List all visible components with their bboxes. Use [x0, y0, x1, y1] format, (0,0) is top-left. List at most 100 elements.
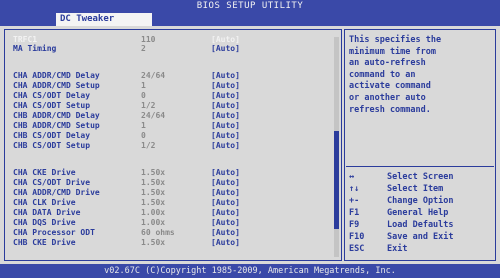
setting-option[interactable]: [Auto]	[211, 188, 240, 197]
key-label: F1	[349, 208, 360, 218]
key-label: F10	[349, 232, 365, 242]
setting-row-cha-cs-odt-setup[interactable]: CHA CS/ODT Setup 1/2 [Auto]	[13, 101, 333, 110]
key-hint-desc: Select Screen	[387, 172, 454, 182]
setting-option[interactable]: [Auto]	[211, 168, 240, 177]
copyright-footer: v02.67C (C)Copyright 1985-2009, American…	[0, 264, 500, 278]
scrollbar-track[interactable]	[334, 37, 339, 257]
key-hint-desc: General Help	[387, 208, 449, 218]
setting-row-cha-processor-odt[interactable]: CHA Processor ODT 60 ohms [Auto]	[13, 228, 333, 237]
setting-row-cha-cke-drive[interactable]: CHA CKE Drive 1.50x [Auto]	[13, 168, 333, 177]
setting-current-value: 24/64	[141, 71, 166, 80]
help-line: This specifies the	[349, 35, 442, 45]
setting-row-chb-cke-drive[interactable]: CHB CKE Drive 1.50x [Auto]	[13, 238, 333, 247]
setting-option[interactable]: [Auto]	[211, 141, 240, 150]
setting-label: CHB CS/ODT Setup	[13, 141, 91, 150]
setting-row-chb-cs-odt-setup[interactable]: CHB CS/ODT Setup 1/2 [Auto]	[13, 141, 333, 150]
setting-current-value: 1.00x	[141, 208, 166, 217]
setting-row-cha-cs-odt-delay[interactable]: CHA CS/ODT Delay 0 [Auto]	[13, 91, 333, 100]
setting-label: CHB ADDR/CMD Setup	[13, 121, 100, 130]
tab-dc-tweaker[interactable]: DC Tweaker	[56, 13, 152, 26]
settings-list: TRFC1 110 [Auto] MA Timing 2 [Auto] CHA …	[4, 29, 342, 261]
setting-current-value: 24/64	[141, 111, 166, 120]
setting-label: CHA CLK Drive	[13, 198, 76, 207]
key-hint-desc: Exit	[387, 244, 408, 254]
help-line: or another auto	[349, 92, 426, 103]
key-hint-desc: Select Item	[387, 184, 444, 194]
setting-label: TRFC1	[13, 35, 38, 44]
setting-option[interactable]: [Auto]	[211, 101, 240, 110]
setting-label: CHA ADDR/CMD Delay	[13, 71, 100, 80]
setting-current-value: 1/2	[141, 101, 156, 110]
setting-current-value: 1.50x	[141, 188, 166, 197]
key-hint-general-help: F1 General Help	[349, 207, 493, 219]
setting-row-chb-addr-cmd-delay[interactable]: CHB ADDR/CMD Delay 24/64 [Auto]	[13, 111, 333, 120]
setting-label: CHA Processor ODT	[13, 228, 95, 237]
setting-option[interactable]: [Auto]	[211, 208, 240, 217]
help-description: This specifies the minimum time from an …	[349, 35, 491, 116]
setting-row-cha-addr-cmd-delay[interactable]: CHA ADDR/CMD Delay 24/64 [Auto]	[13, 71, 333, 80]
setting-label: CHA ADDR/CMD Drive	[13, 188, 100, 197]
setting-option[interactable]: [Auto]	[211, 35, 240, 44]
setting-row-chb-addr-cmd-setup[interactable]: CHB ADDR/CMD Setup 1 [Auto]	[13, 121, 333, 130]
setup-panel: TRFC1 110 [Auto] MA Timing 2 [Auto] CHA …	[0, 26, 500, 264]
setting-current-value: 60 ohms	[141, 228, 175, 237]
scrollbar-thumb[interactable]	[334, 131, 339, 229]
setting-label: CHA DQS Drive	[13, 218, 76, 227]
setting-current-value: 110	[141, 35, 156, 44]
setting-row-cha-addr-cmd-setup[interactable]: CHA ADDR/CMD Setup 1 [Auto]	[13, 81, 333, 90]
setting-option[interactable]: [Auto]	[211, 44, 240, 53]
setting-option[interactable]: [Auto]	[211, 178, 240, 187]
setting-label: CHB CS/ODT Delay	[13, 131, 91, 140]
setting-option[interactable]: [Auto]	[211, 91, 240, 100]
setting-option[interactable]: [Auto]	[211, 131, 240, 140]
setting-label: CHB CKE Drive	[13, 238, 76, 247]
setting-current-value: 1.50x	[141, 238, 166, 247]
setting-option[interactable]: [Auto]	[211, 71, 240, 80]
help-line: minimum time from	[349, 46, 436, 57]
setting-option[interactable]: [Auto]	[211, 218, 240, 227]
help-line: an auto-refresh	[349, 58, 426, 69]
key-hint-exit: ESC Exit	[349, 243, 493, 255]
key-hint-select-screen: ↔ Select Screen	[349, 171, 493, 183]
setting-label: CHB ADDR/CMD Delay	[13, 111, 100, 120]
key-hint-load-defaults: F9 Load Defaults	[349, 219, 493, 231]
setting-row-cha-clk-drive[interactable]: CHA CLK Drive 1.50x [Auto]	[13, 198, 333, 207]
key-hint-change-option: +- Change Option	[349, 195, 493, 207]
setting-row-cha-dqs-drive[interactable]: CHA DQS Drive 1.00x [Auto]	[13, 218, 333, 227]
setting-label: CHA CKE Drive	[13, 168, 76, 177]
setting-option[interactable]: [Auto]	[211, 198, 240, 207]
setting-row-cha-cs-odt-drive[interactable]: CHA CS/ODT Drive 1.50x [Auto]	[13, 178, 333, 187]
help-line: activate command	[349, 81, 431, 92]
setting-option[interactable]: [Auto]	[211, 121, 240, 130]
tab-bar: DC Tweaker	[0, 12, 500, 26]
setting-current-value: 1.00x	[141, 218, 166, 227]
left-right-arrow-icon: ↔	[349, 172, 355, 182]
plus-minus-icon: +-	[349, 196, 360, 206]
setting-option[interactable]: [Auto]	[211, 81, 240, 90]
setting-current-value: 1.50x	[141, 178, 166, 187]
setting-option[interactable]: [Auto]	[211, 238, 240, 247]
help-line: command to an	[349, 69, 416, 80]
setting-row-cha-data-drive[interactable]: CHA DATA Drive 1.00x [Auto]	[13, 208, 333, 217]
setting-current-value: 0	[141, 131, 146, 140]
setting-label: CHA ADDR/CMD Setup	[13, 81, 100, 90]
key-hint-desc: Save and Exit	[387, 232, 454, 242]
setting-row-chb-cs-odt-delay[interactable]: CHB CS/ODT Delay 0 [Auto]	[13, 131, 333, 140]
setting-current-value: 0	[141, 91, 146, 100]
setting-row-ma-timing[interactable]: MA Timing 2 [Auto]	[13, 44, 333, 53]
help-panel: This specifies the minimum time from an …	[344, 29, 496, 261]
help-divider	[346, 166, 494, 167]
setting-row-trfc1[interactable]: TRFC1 110 [Auto]	[13, 35, 333, 44]
setting-current-value: 2	[141, 44, 146, 53]
setting-option[interactable]: [Auto]	[211, 111, 240, 120]
setting-label: CHA CS/ODT Delay	[13, 91, 91, 100]
key-hint-desc: Load Defaults	[387, 220, 454, 230]
setting-row-cha-addr-cmd-drive[interactable]: CHA ADDR/CMD Drive 1.50x [Auto]	[13, 188, 333, 197]
window-title: BIOS SETUP UTILITY	[0, 0, 500, 12]
up-down-arrow-icon: ↑↓	[349, 184, 360, 194]
setting-label: MA Timing	[13, 44, 57, 53]
setting-option[interactable]: [Auto]	[211, 228, 240, 237]
setting-current-value: 1	[141, 81, 146, 90]
setting-label: CHA CS/ODT Drive	[13, 178, 91, 187]
setting-current-value: 1/2	[141, 141, 156, 150]
